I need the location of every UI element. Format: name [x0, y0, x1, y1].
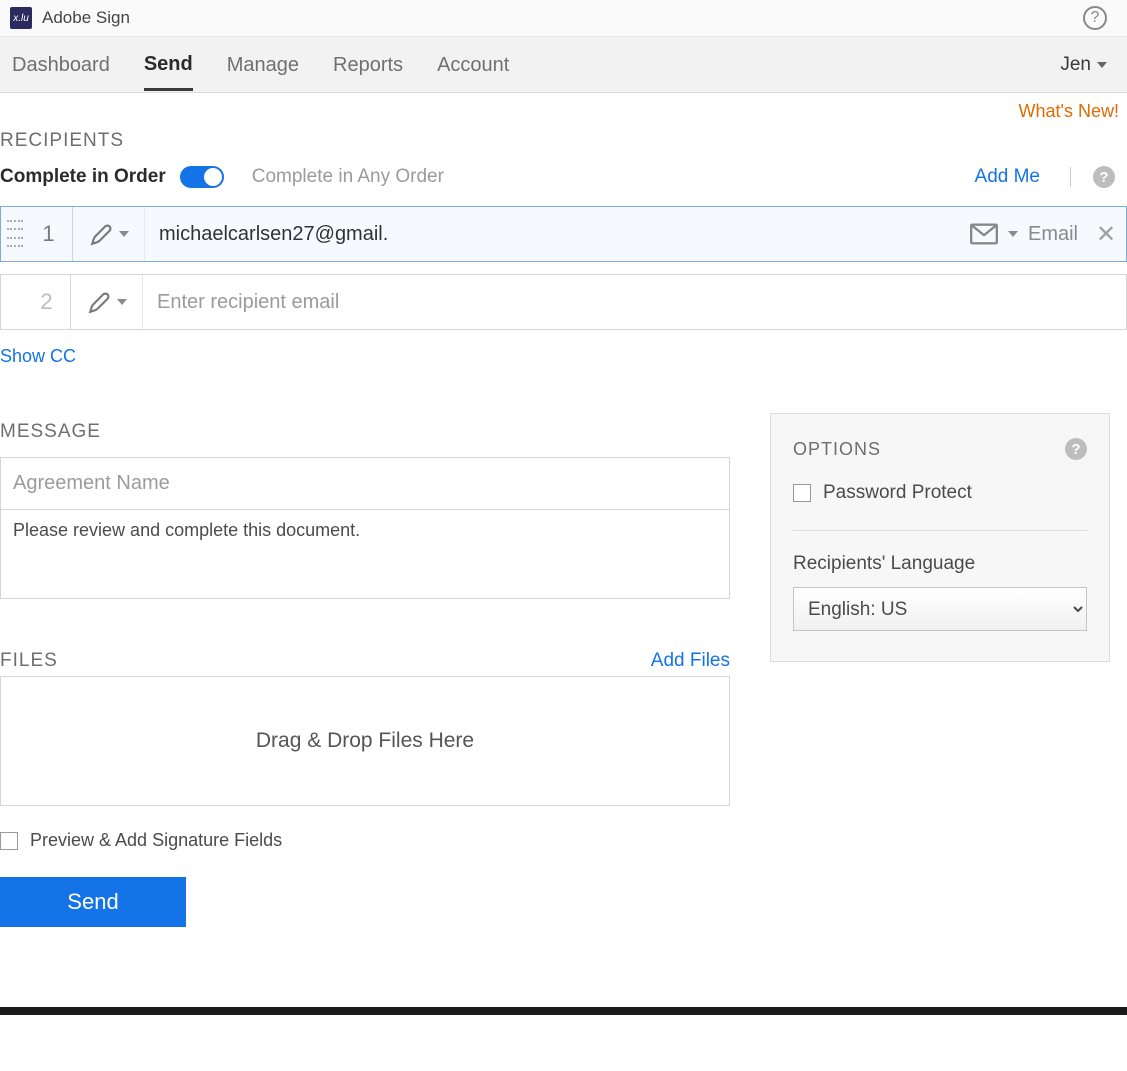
verification-dropdown[interactable]: Email — [962, 223, 1086, 246]
options-panel: OPTIONS ? Password Protect Recipients' L… — [770, 413, 1110, 662]
envelope-icon — [970, 223, 998, 245]
password-protect-checkbox[interactable] — [793, 484, 811, 502]
app-title: Adobe Sign — [42, 8, 130, 28]
recipient-row: 2 — [0, 274, 1127, 330]
files-title: FILES — [0, 650, 58, 672]
recipient-role-dropdown[interactable] — [73, 207, 145, 261]
recipients-help-icon[interactable]: ? — [1093, 166, 1115, 188]
pen-icon — [87, 289, 113, 315]
recipient-number: 2 — [23, 275, 71, 329]
verification-label: Email — [1028, 223, 1078, 246]
tab-account[interactable]: Account — [437, 40, 509, 89]
chevron-down-icon — [119, 231, 129, 237]
order-toggle-row: Complete in Order Complete in Any Order … — [0, 166, 1127, 188]
agreement-name-input[interactable] — [0, 457, 730, 509]
files-dropzone[interactable]: Drag & Drop Files Here — [0, 676, 730, 806]
chevron-down-icon — [1008, 231, 1018, 237]
app-logo: x.lu — [10, 7, 32, 29]
order-on-label: Complete in Order — [0, 166, 166, 188]
user-menu[interactable]: Jen — [1060, 54, 1115, 76]
preview-label: Preview & Add Signature Fields — [30, 830, 282, 851]
options-help-icon[interactable]: ? — [1065, 438, 1087, 460]
options-title: OPTIONS — [793, 439, 881, 460]
app-bar: x.lu Adobe Sign ? — [0, 0, 1127, 37]
recipient-role-dropdown[interactable] — [71, 275, 143, 329]
password-protect-label: Password Protect — [823, 482, 972, 504]
divider — [1070, 167, 1071, 187]
order-off-label: Complete in Any Order — [252, 166, 444, 188]
pen-icon — [89, 221, 115, 247]
tab-dashboard[interactable]: Dashboard — [12, 40, 110, 89]
divider — [793, 530, 1087, 531]
tab-send[interactable]: Send — [144, 39, 193, 91]
language-select[interactable]: English: US — [793, 587, 1087, 631]
language-label: Recipients' Language — [793, 553, 1087, 575]
add-files-link[interactable]: Add Files — [651, 650, 730, 672]
tab-reports[interactable]: Reports — [333, 40, 403, 89]
send-button[interactable]: Send — [0, 877, 186, 927]
drag-handle-icon[interactable] — [7, 218, 23, 250]
recipients-title: RECIPIENTS — [0, 130, 1127, 152]
message-title: MESSAGE — [0, 421, 730, 443]
preview-checkbox[interactable] — [0, 832, 18, 850]
remove-recipient-icon[interactable]: ✕ — [1086, 220, 1126, 249]
recipient-number: 1 — [25, 207, 73, 261]
chevron-down-icon — [1097, 62, 1107, 68]
toggle-knob — [204, 168, 222, 186]
add-me-link[interactable]: Add Me — [975, 166, 1040, 188]
show-cc-link[interactable]: Show CC — [0, 346, 1127, 367]
message-body-input[interactable] — [0, 509, 730, 599]
recipient-email-input[interactable] — [145, 207, 962, 261]
footer-bar — [0, 1007, 1127, 1015]
recipient-row: 1 Email ✕ — [0, 206, 1127, 262]
recipient-email-input[interactable] — [143, 275, 1126, 329]
whats-new-link[interactable]: What's New! — [1019, 101, 1119, 122]
main-tabs: Dashboard Send Manage Reports Account Je… — [0, 37, 1127, 93]
chevron-down-icon — [117, 299, 127, 305]
user-name: Jen — [1060, 54, 1091, 76]
tab-manage[interactable]: Manage — [227, 40, 299, 89]
help-icon[interactable]: ? — [1083, 6, 1107, 30]
order-toggle[interactable] — [180, 166, 224, 188]
